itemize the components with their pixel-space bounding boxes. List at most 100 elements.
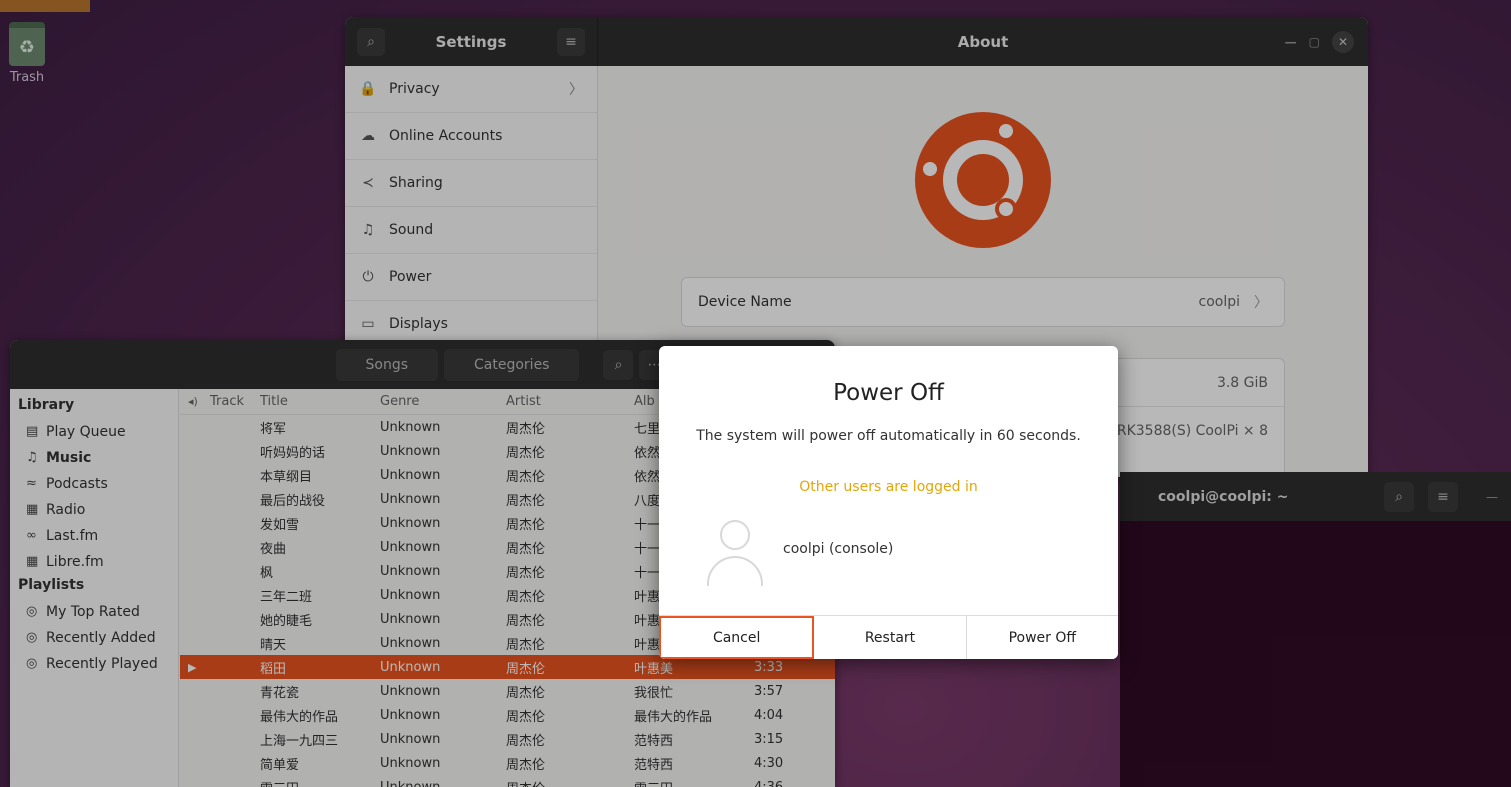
cell-artist: 周杰伦	[506, 733, 546, 749]
hamburger-menu-icon[interactable]: ≡	[557, 27, 585, 56]
cell-album: 范特西	[634, 757, 674, 773]
cell-artist: 周杰伦	[506, 685, 546, 701]
column-title[interactable]: Title	[260, 394, 380, 409]
sidebar-item-label: Sound	[389, 222, 434, 238]
sidebar-item-label: Online Accounts	[389, 128, 503, 144]
lock-icon: 🔒	[359, 81, 377, 97]
sidebar-item-online-accounts[interactable]: ☁ Online Accounts	[345, 113, 597, 160]
library-item-label: Last.fm	[46, 528, 99, 544]
cell-genre: Unknown	[380, 755, 441, 771]
table-row[interactable]: 简单爱 Unknown 周杰伦 范特西 4:30	[180, 751, 835, 775]
cancel-button[interactable]: Cancel	[659, 616, 815, 659]
cell-genre: Unknown	[380, 659, 441, 675]
chevron-right-icon: 〉	[569, 82, 583, 98]
library-item-last-fm[interactable]: ∞ Last.fm	[18, 523, 170, 549]
playlist-item-label: Recently Played	[46, 656, 158, 672]
cell-title: 最伟大的作品	[260, 709, 339, 725]
power-off-button[interactable]: Power Off	[966, 616, 1118, 659]
playlist-item-recently-added[interactable]: ◎ Recently Added	[18, 625, 170, 651]
cell-artist: 周杰伦	[506, 565, 546, 581]
dialog-warning: Other users are logged in	[799, 479, 978, 495]
cell-title: 稻田	[260, 661, 287, 677]
cell-genre: Unknown	[380, 683, 441, 699]
settings-headerbar: ⌕ Settings ≡ About — ▢ ✕	[345, 17, 1368, 66]
terminal-window: coolpi@coolpi: ~ ⌕ ≡ —	[1120, 472, 1511, 787]
processor-value: RK3588(S) CoolPi × 8	[1116, 423, 1268, 439]
cell-time: 3:15	[754, 731, 784, 747]
cell-time: 4:30	[754, 755, 784, 771]
memory-value: 3.8 GiB	[1216, 374, 1268, 391]
device-name-card[interactable]: Device Name coolpi 〉	[681, 277, 1285, 327]
cell-time: 4:36	[754, 779, 784, 787]
cell-title: 夜曲	[260, 541, 287, 557]
minimize-icon[interactable]: —	[1285, 35, 1297, 49]
library-item-label: Play Queue	[46, 424, 126, 440]
dialog-button-bar: Cancel Restart Power Off	[659, 615, 1118, 659]
search-icon[interactable]: ⌕	[603, 349, 634, 380]
sidebar-item-power[interactable]: ⏻ Power	[345, 254, 597, 301]
page-title: About	[957, 32, 1009, 51]
terminal-body[interactable]	[1120, 521, 1511, 787]
cell-artist: 周杰伦	[506, 493, 546, 509]
device-name-row[interactable]: Device Name coolpi 〉	[682, 278, 1284, 326]
column-genre[interactable]: Genre	[380, 394, 506, 409]
source-icon: ∞	[26, 528, 37, 543]
tab-categories[interactable]: Categories	[444, 348, 580, 381]
cell-genre: Unknown	[380, 491, 441, 507]
volume-icon: ◂)	[188, 395, 198, 408]
cell-title: 她的睫毛	[260, 613, 313, 629]
sidebar-item-sharing[interactable]: ≺ Sharing	[345, 160, 597, 207]
library-item-radio[interactable]: ▦ Radio	[18, 497, 170, 523]
settings-sidebar-header: ⌕ Settings ≡	[345, 17, 598, 66]
cell-genre: Unknown	[380, 467, 441, 483]
cell-album: 范特西	[634, 733, 674, 749]
cell-artist: 周杰伦	[506, 661, 546, 677]
settings-title: Settings	[435, 32, 507, 51]
cell-genre: Unknown	[380, 779, 441, 787]
sidebar-item-sound[interactable]: ♫ Sound	[345, 207, 597, 254]
library-item-music[interactable]: ♫ Music	[18, 445, 170, 471]
library-item-podcasts[interactable]: ≈ Podcasts	[18, 471, 170, 497]
table-row[interactable]: 最伟大的作品 Unknown 周杰伦 最伟大的作品 4:04	[180, 703, 835, 727]
playlist-item-recently-played[interactable]: ◎ Recently Played	[18, 651, 170, 677]
cell-genre: Unknown	[380, 539, 441, 555]
power-off-dialog: Power Off The system will power off auto…	[659, 346, 1118, 659]
cell-time: 3:57	[754, 683, 784, 699]
playlists-heading: Playlists	[18, 577, 85, 593]
cell-artist: 周杰伦	[506, 589, 546, 605]
minimize-icon[interactable]: —	[1486, 490, 1498, 504]
cell-artist: 周杰伦	[506, 637, 546, 653]
tab-songs[interactable]: Songs	[335, 348, 439, 381]
cell-title: 雪三田	[260, 778, 380, 787]
trash-icon: ♻	[9, 22, 45, 66]
cell-genre: Unknown	[380, 515, 441, 531]
playlist-item-my-top-rated[interactable]: ◎ My Top Rated	[18, 599, 170, 625]
trash-desktop-icon[interactable]: ♻ Trash	[6, 22, 48, 85]
power-icon: ⏻	[362, 269, 374, 285]
dialog-message: The system will power off automatically …	[696, 428, 1081, 444]
search-icon[interactable]: ⌕	[1384, 482, 1414, 512]
ubuntu-logo-icon	[915, 112, 1051, 248]
table-row[interactable]: 上海一九四三 Unknown 周杰伦 范特西 3:15	[180, 727, 835, 751]
column-artist[interactable]: Artist	[506, 394, 634, 409]
column-track[interactable]: Track	[210, 394, 260, 409]
share-icon: ≺	[362, 175, 374, 191]
library-item-libre-fm[interactable]: ▦ Libre.fm	[18, 549, 170, 575]
avatar-icon	[705, 518, 765, 586]
cell-album: 雪三田	[634, 778, 754, 787]
cell-title: 最后的战役	[260, 493, 326, 509]
search-icon[interactable]: ⌕	[357, 27, 385, 56]
close-icon[interactable]: ✕	[1332, 31, 1354, 53]
library-item-label: Music	[46, 450, 92, 466]
maximize-icon[interactable]: ▢	[1309, 35, 1320, 49]
terminal-title: coolpi@coolpi: ~	[1158, 488, 1289, 505]
table-row[interactable]: 青花瓷 Unknown 周杰伦 我很忙 3:57	[180, 679, 835, 703]
table-row[interactable]: 雪三田Unknown周杰伦雪三田4:36	[180, 775, 835, 787]
settings-page-header: About — ▢ ✕	[598, 17, 1368, 66]
restart-button[interactable]: Restart	[814, 616, 967, 659]
hamburger-menu-icon[interactable]: ≡	[1428, 482, 1458, 512]
music-note-icon: ♫	[361, 222, 375, 238]
cell-genre: Unknown	[380, 443, 441, 459]
library-item-play-queue[interactable]: ▤ Play Queue	[18, 419, 170, 445]
sidebar-item-privacy[interactable]: 🔒 Privacy 〉	[345, 66, 597, 113]
